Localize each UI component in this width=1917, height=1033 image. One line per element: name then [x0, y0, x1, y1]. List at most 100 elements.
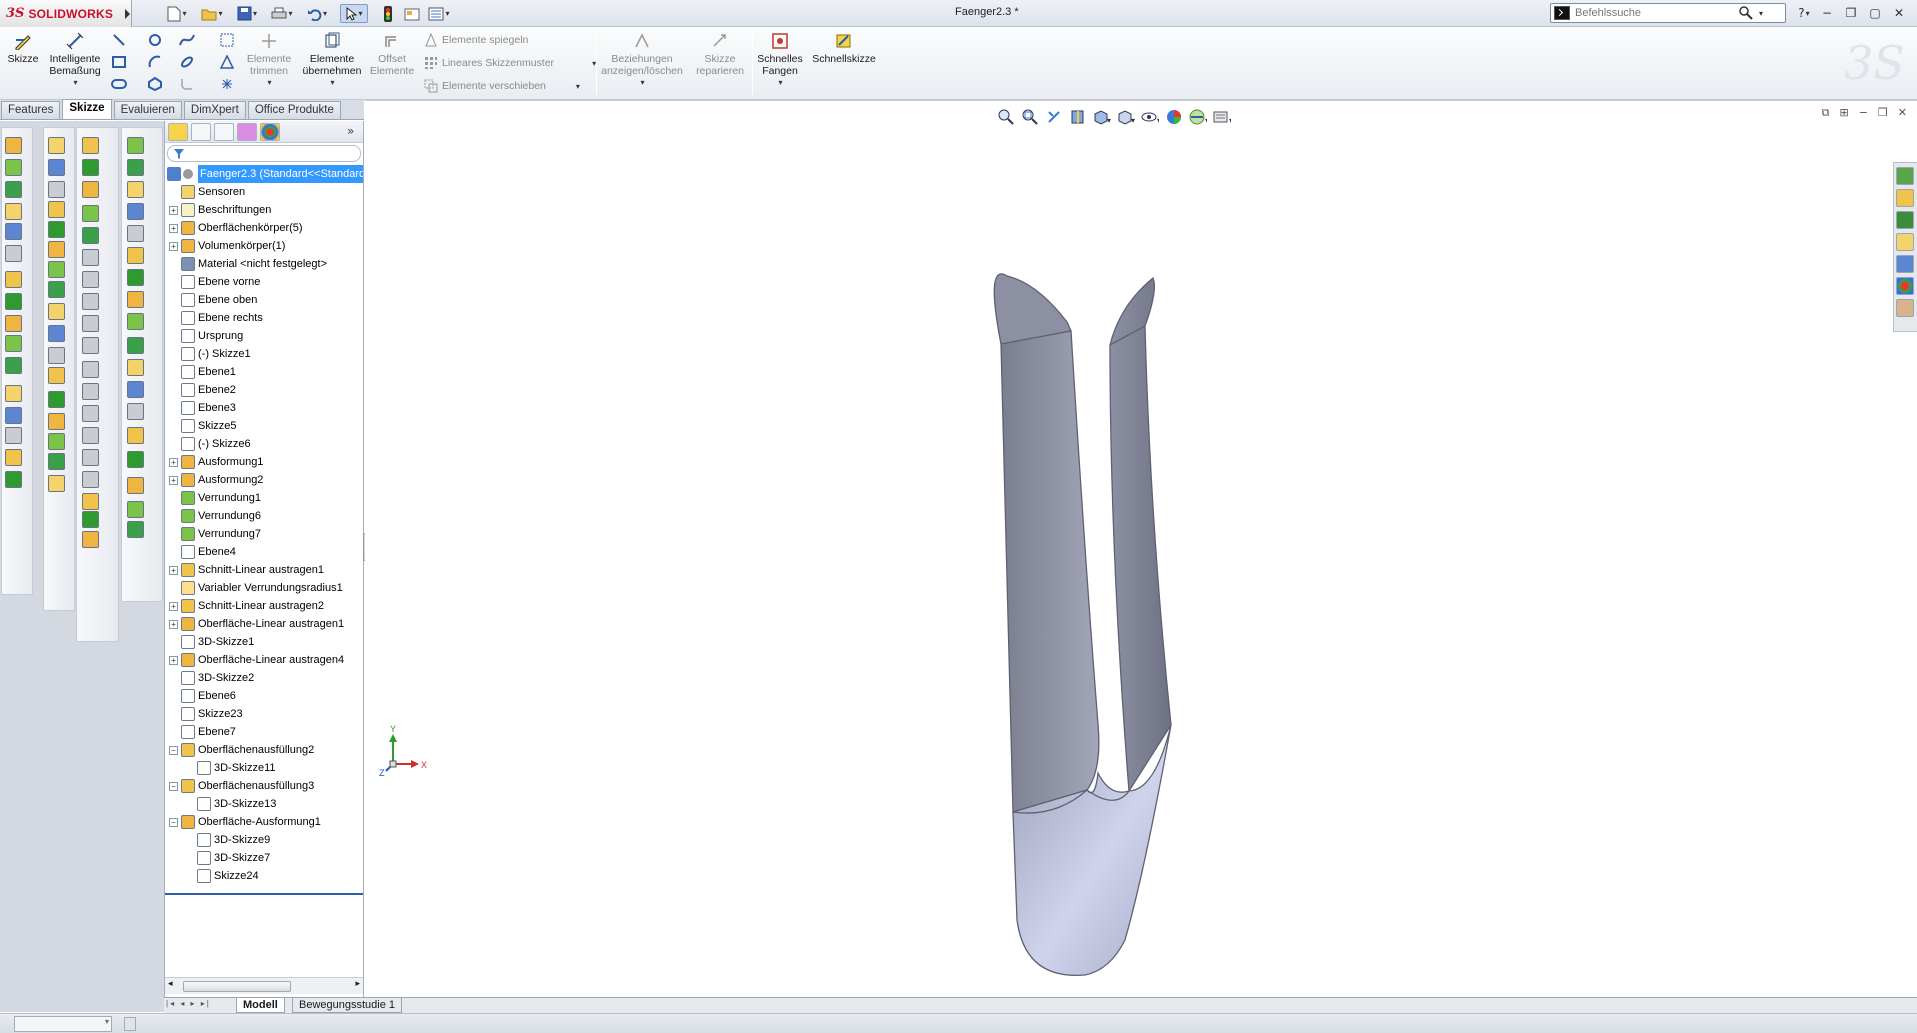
expand-icon[interactable]: +	[169, 620, 178, 629]
expand-icon[interactable]: +	[169, 206, 178, 215]
toolbar-tool-icon[interactable]	[82, 337, 99, 354]
toolbar-tool-icon[interactable]	[5, 181, 22, 198]
toolbar-tool-icon[interactable]	[82, 271, 99, 288]
horizontal-scrollbar[interactable]: ◂ ▸	[165, 977, 363, 994]
toolbar-tool-icon[interactable]	[5, 159, 22, 176]
toolbar-tool-icon[interactable]	[127, 381, 144, 398]
displaymanager-tab-icon[interactable]	[260, 123, 280, 141]
tree-item[interactable]: 3D-Skizze9	[165, 831, 363, 849]
tab-features[interactable]: Features	[1, 101, 61, 119]
polygon-tool[interactable]	[146, 75, 164, 93]
rollback-bar[interactable]	[165, 893, 363, 895]
circle-tool[interactable]	[146, 31, 164, 49]
smart-dimension-button[interactable]: Intelligente Bemaßung ▾	[44, 31, 106, 89]
expand-icon[interactable]: +	[169, 458, 178, 467]
toolbar-tool-icon[interactable]	[82, 383, 99, 400]
maximize-button[interactable]: ▢	[1866, 4, 1884, 22]
toolbar-tool-icon[interactable]	[5, 245, 22, 262]
toolbar-tool-icon[interactable]	[82, 361, 99, 378]
tree-item[interactable]: Skizze24	[165, 867, 363, 885]
expand-icon[interactable]: +	[169, 566, 178, 575]
toolbar-tool-icon[interactable]	[48, 241, 65, 258]
toolbar-tool-icon[interactable]	[48, 413, 65, 430]
toolbar-tool-icon[interactable]	[48, 453, 65, 470]
collapse-icon[interactable]: −	[169, 818, 178, 827]
toolbar-tool-icon[interactable]	[5, 315, 22, 332]
search-icon[interactable]	[1739, 6, 1753, 20]
toolbar-tool-icon[interactable]	[82, 137, 99, 154]
toolbar-tool-icon[interactable]	[5, 137, 22, 154]
tab-office-products[interactable]: Office Produkte	[247, 101, 341, 119]
toolbar-tool-icon[interactable]	[127, 203, 144, 220]
toolbar-tool-icon[interactable]	[82, 493, 99, 510]
toolbar-tool-icon[interactable]	[82, 249, 99, 266]
tree-item[interactable]: + Oberfläche-Linear austragen1	[165, 615, 363, 633]
toolbar-tool-icon[interactable]	[5, 385, 22, 402]
toolbar-tool-icon[interactable]	[82, 159, 99, 176]
toolbar-tool-icon[interactable]	[82, 315, 99, 332]
minimize-button[interactable]: −	[1818, 4, 1836, 22]
toolbar-tool-icon[interactable]	[127, 313, 144, 330]
spline-tool[interactable]	[178, 31, 196, 49]
scrollbar-thumb[interactable]	[183, 981, 291, 992]
rapid-sketch-button[interactable]: Schnellskizze	[812, 31, 876, 65]
expand-icon[interactable]: +	[169, 602, 178, 611]
toolbar-tool-icon[interactable]	[127, 291, 144, 308]
rectangle-tool[interactable]	[110, 53, 128, 71]
tree-item[interactable]: − Oberflächenausfüllung3	[165, 777, 363, 795]
toolbar-tool-icon[interactable]	[5, 223, 22, 240]
toolbar-tool-icon[interactable]	[5, 203, 22, 220]
line-tool[interactable]	[110, 31, 128, 49]
select-button[interactable]: ▾	[340, 4, 368, 23]
tab-evaluate[interactable]: Evaluieren	[113, 101, 182, 119]
text-tool[interactable]	[218, 31, 236, 49]
expand-icon[interactable]: +	[169, 656, 178, 665]
tree-item[interactable]: Ebene oben	[165, 291, 363, 309]
tab-dimxpert[interactable]: DimXpert	[183, 101, 246, 119]
toolbar-tool-icon[interactable]	[82, 181, 99, 198]
scroll-left-icon[interactable]: ◂	[168, 979, 173, 989]
panel-expand-icon[interactable]: »	[347, 124, 354, 138]
menu-flyout-icon[interactable]	[125, 9, 130, 19]
toolbar-tool-icon[interactable]	[82, 227, 99, 244]
featuremanager-filter[interactable]	[167, 145, 361, 162]
trim-entities-button[interactable]: Elemente trimmen ▾	[246, 31, 292, 89]
model-body[interactable]	[993, 273, 1172, 977]
offset-entities-button[interactable]: Offset Elemente	[370, 31, 414, 77]
toolbar-tool-icon[interactable]	[127, 451, 144, 468]
tree-item[interactable]: 3D-Skizze7	[165, 849, 363, 867]
toolbar-tool-icon[interactable]	[48, 181, 65, 198]
toolbar-tool-icon[interactable]	[127, 225, 144, 242]
toolbar-tool-icon[interactable]	[48, 221, 65, 238]
toolbar-tool-icon[interactable]	[5, 427, 22, 444]
tree-item[interactable]: + Schnitt-Linear austragen2	[165, 597, 363, 615]
convert-entities-button[interactable]: Elemente übernehmen ▾	[300, 31, 364, 89]
toolbar-tool-icon[interactable]	[5, 449, 22, 466]
tree-item[interactable]: Ebene7	[165, 723, 363, 741]
tree-item[interactable]: Ebene vorne	[165, 273, 363, 291]
ellipse-tool[interactable]	[178, 53, 196, 71]
status-toggle-icon[interactable]	[124, 1017, 136, 1031]
toolbar-tool-icon[interactable]	[82, 471, 99, 488]
tab-motion-study-1[interactable]: Bewegungsstudie 1	[292, 998, 403, 1013]
toolbar-tool-icon[interactable]	[48, 433, 65, 450]
toolbar-tool-icon[interactable]	[127, 159, 144, 176]
collapse-icon[interactable]: −	[169, 746, 178, 755]
tree-item[interactable]: 3D-Skizze2	[165, 669, 363, 687]
toolbar-tool-icon[interactable]	[127, 403, 144, 420]
toolbar-tool-icon[interactable]	[82, 511, 99, 528]
toolbar-tool-icon[interactable]	[48, 281, 65, 298]
toolbar-tool-icon[interactable]	[82, 449, 99, 466]
display-relations-button[interactable]: Beziehungen anzeigen/löschen ▾	[600, 31, 684, 89]
tree-item[interactable]: Verrundung6	[165, 507, 363, 525]
toolbar-tool-icon[interactable]	[48, 391, 65, 408]
tab-sketch[interactable]: Skizze	[62, 99, 112, 119]
tree-item[interactable]: + Schnitt-Linear austragen1	[165, 561, 363, 579]
tree-item[interactable]: + Ausformung2	[165, 471, 363, 489]
toolbar-tool-icon[interactable]	[127, 521, 144, 538]
tree-item[interactable]: Ebene3	[165, 399, 363, 417]
toolbar-tool-icon[interactable]	[48, 201, 65, 218]
status-unit-combo[interactable]: ▾	[14, 1016, 112, 1032]
solidworks-menu-button[interactable]: 3S SOLIDWORKS	[0, 0, 132, 27]
search-dropdown-icon[interactable]: ▾	[1759, 9, 1763, 18]
